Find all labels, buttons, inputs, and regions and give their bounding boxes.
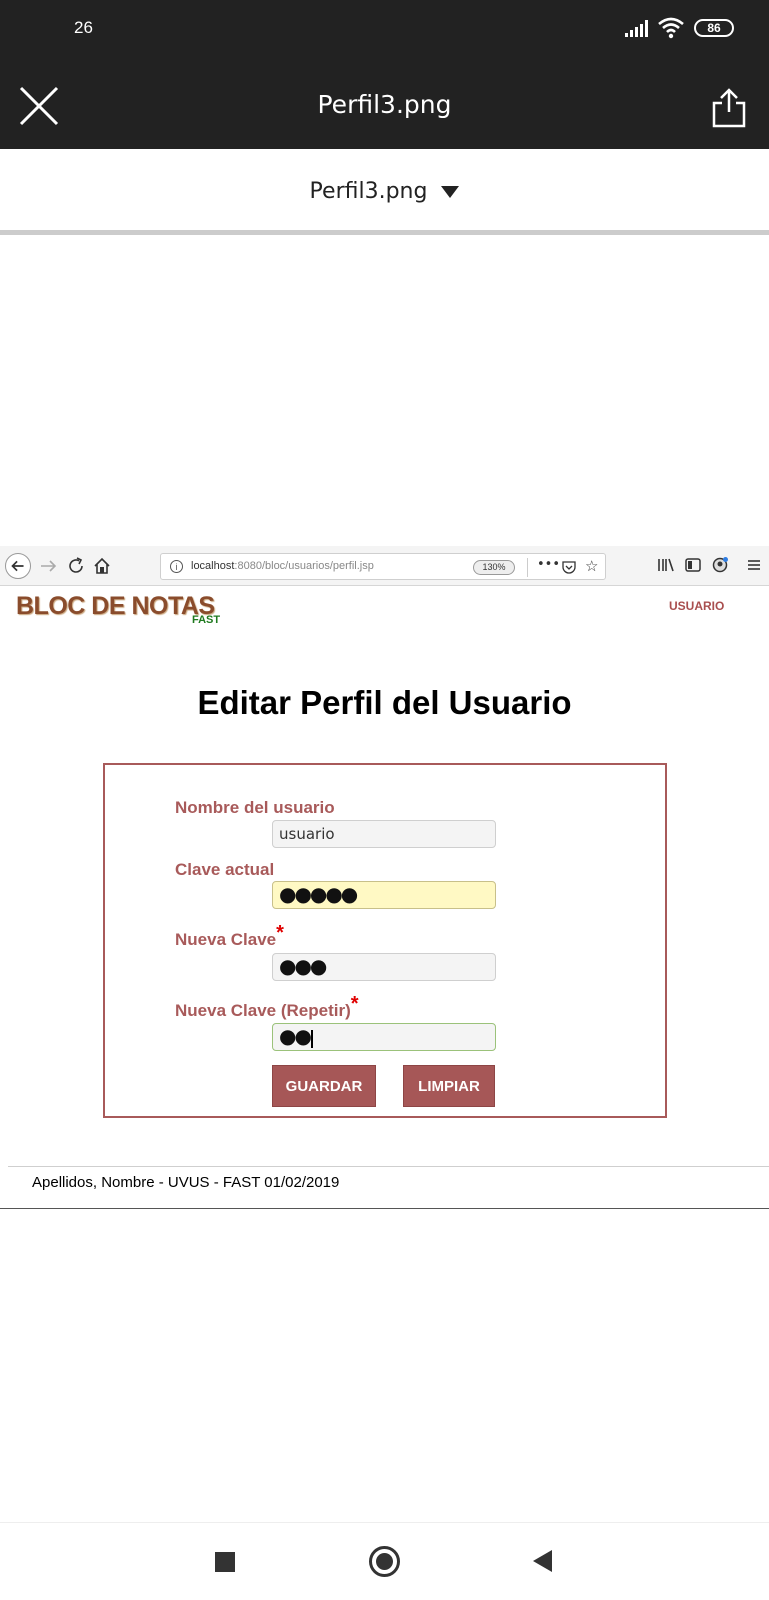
repeat-password-label: Nueva Clave (Repetir)* — [175, 993, 359, 1020]
url-text: localhost:8080/bloc/usuarios/perfil.jsp — [191, 560, 374, 572]
signal-icon — [625, 20, 648, 37]
menu-icon[interactable] — [744, 555, 764, 575]
page-title: Editar Perfil del Usuario — [197, 684, 572, 721]
viewer-header: Perfil3.png — [0, 58, 769, 149]
file-selector-dropdown[interactable]: Perfil3.png — [310, 179, 460, 204]
status-time: 26 — [74, 18, 93, 37]
clear-button[interactable]: LIMPIAR — [403, 1065, 495, 1107]
back-arrow-icon[interactable] — [5, 553, 31, 579]
wifi-icon — [658, 17, 684, 39]
browser-toolbar: i localhost:8080/bloc/usuarios/perfil.js… — [0, 546, 769, 586]
current-password-field[interactable]: ●●●●● — [272, 881, 496, 909]
file-selector-label: Perfil3.png — [309, 179, 428, 204]
required-marker: * — [350, 993, 359, 1015]
viewer-title: Perfil3.png — [317, 90, 452, 119]
phone-screen: 26 86 Perfil3.png Perfil3.png i localhos… — [0, 0, 769, 1600]
url-bar-divider — [527, 558, 528, 577]
zoom-level[interactable]: 130% — [473, 560, 515, 575]
library-icon[interactable] — [656, 555, 676, 575]
new-password-label: Nueva Clave* — [175, 922, 284, 949]
home-button-icon[interactable] — [369, 1546, 400, 1577]
username-label: Nombre del usuario — [175, 798, 335, 817]
user-menu-link[interactable]: USUARIO — [669, 599, 724, 613]
account-icon[interactable] — [710, 555, 730, 575]
footer-divider — [8, 1166, 769, 1167]
screenshot-bottom-border — [0, 1208, 769, 1209]
embedded-screenshot: i localhost:8080/bloc/usuarios/perfil.js… — [0, 546, 769, 1211]
battery-indicator: 86 — [694, 19, 734, 37]
repeat-password-field[interactable]: ●● — [272, 1023, 496, 1051]
save-button[interactable]: GUARDAR — [272, 1065, 376, 1107]
file-selector-bar: Perfil3.png — [0, 149, 769, 235]
back-nav-icon[interactable] — [533, 1550, 552, 1572]
forward-arrow-icon[interactable] — [36, 554, 60, 578]
text-caret — [310, 1029, 313, 1048]
share-icon[interactable] — [712, 88, 746, 128]
required-marker: * — [276, 922, 284, 944]
page-actions-menu-icon[interactable]: ••• — [537, 557, 560, 572]
username-field[interactable]: usuario — [272, 820, 496, 848]
system-navigation-bar — [0, 1522, 769, 1600]
dropdown-arrow-icon — [441, 185, 460, 198]
app-logo[interactable]: BLOC DE NOTAS — [16, 592, 215, 621]
page-footer: Apellidos, Nombre - UVUS - FAST 01/02/20… — [32, 1174, 340, 1191]
pocket-icon[interactable] — [561, 559, 577, 575]
bookmark-star-icon[interactable]: ☆ — [585, 557, 598, 575]
site-info-icon[interactable]: i — [170, 560, 183, 573]
reload-icon[interactable] — [64, 554, 88, 578]
profile-form: Nombre del usuario usuario Clave actual … — [103, 763, 667, 1118]
new-password-field[interactable]: ●●● — [272, 953, 496, 981]
recent-apps-icon[interactable] — [215, 1552, 235, 1572]
url-bar[interactable]: i localhost:8080/bloc/usuarios/perfil.js… — [160, 553, 606, 580]
home-icon[interactable] — [90, 554, 114, 578]
current-password-label: Clave actual — [175, 860, 275, 879]
sidebar-icon[interactable] — [683, 555, 703, 575]
status-bar: 26 86 — [0, 0, 769, 58]
app-logo-subtitle: FAST — [192, 614, 221, 626]
